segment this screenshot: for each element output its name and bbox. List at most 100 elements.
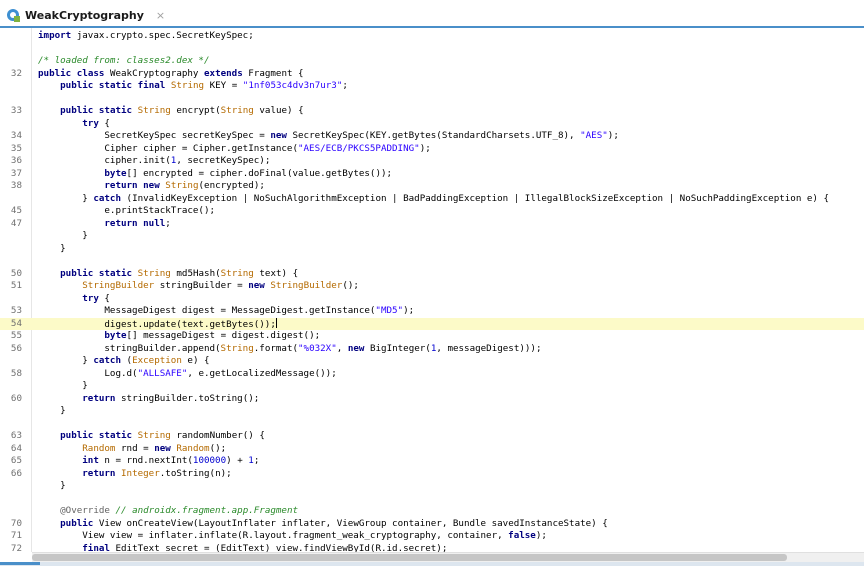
code-line[interactable]: import javax.crypto.spec.SecretKeySpec; bbox=[0, 30, 864, 43]
code-text: return stringBuilder.toString(); bbox=[82, 392, 260, 404]
code-text: } catch (InvalidKeyException | NoSuchAlg… bbox=[38, 192, 830, 204]
line-number: 53 bbox=[10, 305, 22, 316]
code-line[interactable] bbox=[0, 93, 864, 106]
code-line[interactable]: 37 byte[] encrypted = cipher.doFinal(val… bbox=[0, 168, 864, 181]
code-line[interactable]: try { bbox=[0, 293, 864, 306]
line-number: 45 bbox=[10, 205, 22, 216]
code-text: int n = rnd.nextInt(100000) + 1; bbox=[82, 455, 260, 466]
code-text: MessageDigest digest = MessageDigest.get… bbox=[38, 305, 415, 316]
code-text: Log.d("ALLSAFE", e.getLocalizedMessage()… bbox=[38, 367, 337, 379]
code-line[interactable]: 45 e.printStackTrace(); bbox=[0, 205, 864, 218]
code-text: import javax.crypto.spec.SecretKeySpec; bbox=[38, 30, 254, 41]
code-line[interactable]: 70 public View onCreateView(LayoutInflat… bbox=[0, 518, 864, 531]
code-line[interactable]: } catch (Exception e) { bbox=[0, 355, 864, 368]
code-line[interactable]: 72 final EditText secret = (EditText) vi… bbox=[0, 543, 864, 553]
java-class-icon bbox=[6, 8, 20, 22]
line-number: 33 bbox=[10, 105, 22, 116]
code-line[interactable]: 71 View view = inflater.inflate(R.layout… bbox=[0, 530, 864, 543]
scrollbar-thumb[interactable] bbox=[32, 554, 787, 561]
code-line[interactable]: 33 public static String encrypt(String v… bbox=[0, 105, 864, 118]
line-number: 55 bbox=[10, 330, 22, 341]
code-line[interactable]: 60 return stringBuilder.toString(); bbox=[0, 393, 864, 406]
tab-close-icon[interactable]: × bbox=[156, 9, 165, 22]
code-text: public static String randomNumber() { bbox=[60, 430, 265, 441]
code-text: @Override // androidx.fragment.app.Fragm… bbox=[60, 505, 299, 516]
line-number: 50 bbox=[10, 267, 22, 279]
code-line[interactable]: 38 return new String(encrypted); bbox=[0, 180, 864, 193]
code-text: StringBuilder stringBuilder = new String… bbox=[82, 280, 359, 291]
code-line[interactable]: 64 Random rnd = new Random(); bbox=[0, 443, 864, 456]
code-line[interactable]: 53 MessageDigest digest = MessageDigest.… bbox=[0, 305, 864, 318]
code-line[interactable]: 50 public static String md5Hash(String t… bbox=[0, 268, 864, 281]
code-line[interactable]: try { bbox=[0, 118, 864, 131]
code-text: SecretKeySpec secretKeySpec = new Secret… bbox=[38, 130, 619, 141]
code-editor[interactable]: import javax.crypto.spec.SecretKeySpec; /… bbox=[0, 28, 864, 552]
code-line[interactable]: } catch (InvalidKeyException | NoSuchAlg… bbox=[0, 193, 864, 206]
editor-tab-bar: WeakCryptography × bbox=[0, 0, 864, 28]
code-text: e.printStackTrace(); bbox=[38, 205, 216, 216]
code-line[interactable]: 65 int n = rnd.nextInt(100000) + 1; bbox=[0, 455, 864, 468]
code-text: final EditText secret = (EditText) view.… bbox=[82, 542, 448, 553]
line-number: 63 bbox=[10, 430, 22, 441]
code-line[interactable]: 36 cipher.init(1, secretKeySpec); bbox=[0, 155, 864, 168]
code-text: cipher.init(1, secretKeySpec); bbox=[38, 155, 271, 166]
code-line[interactable] bbox=[0, 255, 864, 268]
code-line[interactable]: 34 SecretKeySpec secretKeySpec = new Sec… bbox=[0, 130, 864, 143]
code-text: View view = inflater.inflate(R.layout.fr… bbox=[38, 530, 547, 541]
code-line[interactable]: 66 return Integer.toString(n); bbox=[0, 468, 864, 481]
line-number: 54 bbox=[10, 317, 22, 329]
line-number: 72 bbox=[10, 542, 22, 553]
code-line[interactable]: } bbox=[0, 230, 864, 243]
code-text: public static String encrypt(String valu… bbox=[60, 105, 304, 116]
code-line[interactable]: 35 Cipher cipher = Cipher.getInstance("A… bbox=[0, 143, 864, 156]
text-caret bbox=[275, 317, 277, 328]
code-text: public static String md5Hash(String text… bbox=[60, 267, 299, 279]
line-number: 56 bbox=[10, 342, 22, 354]
line-number: 36 bbox=[10, 155, 22, 166]
code-text: Random rnd = new Random(); bbox=[82, 442, 227, 454]
code-line[interactable]: 51 StringBuilder stringBuilder = new Str… bbox=[0, 280, 864, 293]
code-text: byte[] messageDigest = digest.digest(); bbox=[104, 330, 321, 341]
code-line[interactable]: } bbox=[0, 380, 864, 393]
bottom-bar-indicator bbox=[0, 562, 40, 565]
code-text: } bbox=[38, 480, 66, 491]
editor-bottom-bar bbox=[0, 562, 864, 566]
code-text: return null; bbox=[104, 217, 171, 229]
code-line[interactable]: } bbox=[0, 405, 864, 418]
code-text: } catch (Exception e) { bbox=[38, 355, 210, 366]
code-line[interactable]: 47 return null; bbox=[0, 218, 864, 231]
code-line[interactable]: 55 byte[] messageDigest = digest.digest(… bbox=[0, 330, 864, 343]
line-number: 51 bbox=[10, 280, 22, 291]
code-line[interactable] bbox=[0, 493, 864, 506]
code-text: /* loaded from: classes2.dex */ bbox=[38, 55, 210, 66]
code-line[interactable] bbox=[0, 418, 864, 431]
code-line[interactable]: 54 digest.update(text.getBytes()); bbox=[0, 317, 864, 330]
code-text: try { bbox=[82, 117, 110, 129]
code-line[interactable]: 63 public static String randomNumber() { bbox=[0, 430, 864, 443]
code-line[interactable]: @Override // androidx.fragment.app.Fragm… bbox=[0, 505, 864, 518]
line-number: 71 bbox=[10, 530, 22, 541]
code-line[interactable]: 58 Log.d("ALLSAFE", e.getLocalizedMessag… bbox=[0, 368, 864, 381]
code-text: digest.update(text.getBytes()); bbox=[38, 317, 277, 330]
code-line[interactable]: 56 stringBuilder.append(String.format("%… bbox=[0, 343, 864, 356]
code-line[interactable]: public static final String KEY = "1nf053… bbox=[0, 80, 864, 93]
line-number: 70 bbox=[10, 517, 22, 529]
line-number: 58 bbox=[10, 367, 22, 379]
line-number: 38 bbox=[10, 180, 22, 191]
line-number: 60 bbox=[10, 392, 22, 404]
tab-weakcryptography[interactable]: WeakCryptography × bbox=[6, 4, 165, 26]
line-number: 35 bbox=[10, 142, 22, 154]
code-text: try { bbox=[82, 292, 110, 304]
code-text: Cipher cipher = Cipher.getInstance("AES/… bbox=[38, 142, 431, 154]
code-text: public class WeakCryptography extends Fr… bbox=[38, 67, 304, 79]
code-line[interactable] bbox=[0, 43, 864, 56]
code-line[interactable]: } bbox=[0, 480, 864, 493]
code-line[interactable]: 32 public class WeakCryptography extends … bbox=[0, 68, 864, 81]
code-text: } bbox=[38, 230, 88, 241]
code-line[interactable]: /* loaded from: classes2.dex */ bbox=[0, 55, 864, 68]
horizontal-scrollbar[interactable] bbox=[32, 552, 864, 562]
code-text: public View onCreateView(LayoutInflater … bbox=[60, 517, 608, 529]
code-text: stringBuilder.append(String.format("%032… bbox=[38, 342, 542, 354]
code-line[interactable]: } bbox=[0, 243, 864, 256]
code-text: return Integer.toString(n); bbox=[82, 467, 232, 479]
